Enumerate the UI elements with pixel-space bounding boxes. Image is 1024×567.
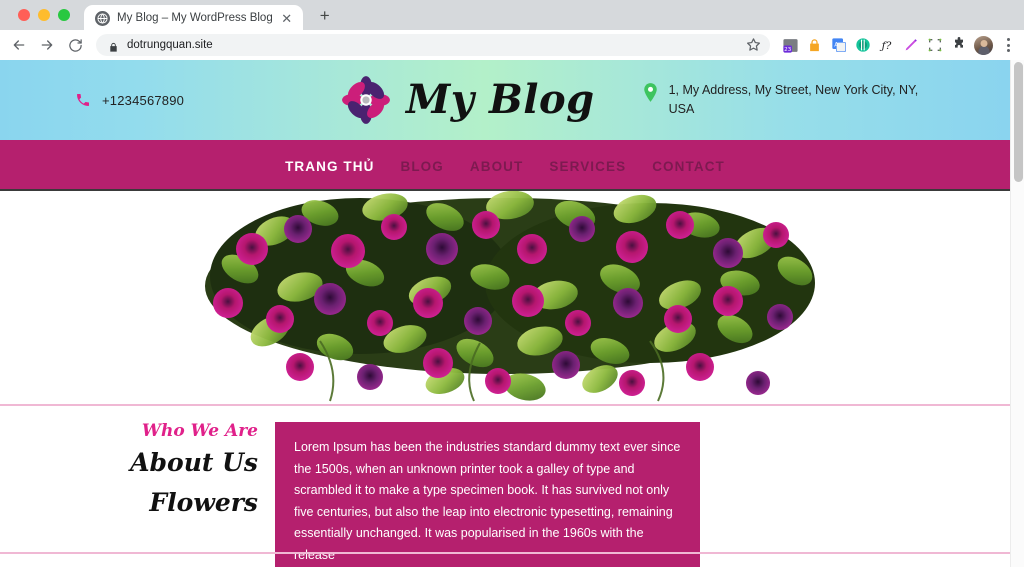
nav-item-services[interactable]: SERVICES bbox=[549, 159, 626, 174]
three-dot-menu-icon[interactable] bbox=[1000, 37, 1016, 54]
site-header: +1234567890 My Blog 1, My Address, My St… bbox=[0, 60, 1010, 143]
site-logo[interactable]: My Blog bbox=[340, 74, 595, 126]
about-kicker: Who We Are bbox=[141, 421, 258, 441]
nav-item-about[interactable]: ABOUT bbox=[470, 159, 524, 174]
about-headings: Who We Are About Us Flowers bbox=[0, 422, 275, 517]
location-pin-icon bbox=[643, 82, 658, 102]
pen-extension-icon[interactable] bbox=[902, 37, 919, 54]
about-section: Who We Are About Us Flowers Lorem Ipsum … bbox=[0, 406, 1010, 567]
forward-arrow-icon[interactable] bbox=[34, 32, 60, 58]
svg-text:ƒ?: ƒ? bbox=[880, 39, 892, 52]
site-navigation: TRANG THỦ BLOG ABOUT SERVICES CONTACT bbox=[0, 143, 1010, 191]
header-phone-text[interactable]: +1234567890 bbox=[102, 93, 184, 108]
browser-tab[interactable]: My Blog – My WordPress Blog ✕ bbox=[84, 5, 303, 31]
grammar-extension-icon[interactable] bbox=[854, 37, 871, 54]
header-phone-block: +1234567890 bbox=[0, 92, 340, 108]
lock-icon bbox=[108, 40, 119, 52]
about-text-box: Lorem Ipsum has been the industries stan… bbox=[275, 422, 700, 567]
minimize-window-button[interactable] bbox=[38, 9, 50, 21]
header-address-block: 1, My Address, My Street, New York City,… bbox=[643, 81, 933, 120]
page-scrollbar[interactable] bbox=[1010, 60, 1024, 567]
scrollbar-thumb[interactable] bbox=[1014, 62, 1023, 182]
maximize-window-button[interactable] bbox=[58, 9, 70, 21]
close-window-button[interactable] bbox=[18, 9, 30, 21]
nav-item-blog[interactable]: BLOG bbox=[400, 159, 443, 174]
translate-extension-icon[interactable]: A bbox=[830, 37, 847, 54]
tab-strip: My Blog – My WordPress Blog ✕ + bbox=[0, 0, 1024, 31]
browser-toolbar: dotrungquan.site 23 A ƒ? bbox=[0, 30, 1024, 60]
puzzle-extensions-icon[interactable] bbox=[950, 37, 967, 54]
address-bar[interactable]: dotrungquan.site bbox=[96, 34, 770, 56]
window-controls bbox=[10, 9, 84, 30]
plus-icon[interactable]: + bbox=[312, 2, 338, 28]
back-arrow-icon[interactable] bbox=[6, 32, 32, 58]
screenshot-extension-icon[interactable] bbox=[926, 37, 943, 54]
site-title: My Blog bbox=[406, 76, 595, 123]
url-text: dotrungquan.site bbox=[127, 39, 213, 51]
svg-text:23: 23 bbox=[784, 47, 792, 53]
page-viewport: +1234567890 My Blog 1, My Address, My St… bbox=[0, 60, 1024, 567]
reload-icon[interactable] bbox=[62, 32, 88, 58]
tab-title: My Blog – My WordPress Blog bbox=[117, 12, 273, 24]
extensions-strip: 23 A ƒ? bbox=[778, 35, 1016, 55]
header-address-text: 1, My Address, My Street, New York City,… bbox=[668, 82, 919, 116]
calendar-extension-icon[interactable]: 23 bbox=[782, 37, 799, 54]
nav-item-trang-thu[interactable]: TRANG THỦ bbox=[285, 159, 374, 174]
avatar-icon[interactable] bbox=[974, 35, 993, 55]
close-icon[interactable]: ✕ bbox=[280, 11, 294, 25]
phone-icon bbox=[75, 92, 91, 108]
flower-logo-icon bbox=[340, 74, 392, 126]
star-icon[interactable] bbox=[746, 37, 762, 53]
about-title: About Us bbox=[130, 448, 258, 477]
nav-item-contact[interactable]: CONTACT bbox=[652, 159, 725, 174]
lock-extension-icon[interactable] bbox=[806, 37, 823, 54]
hero-image bbox=[180, 191, 830, 404]
about-subtitle: Flowers bbox=[149, 488, 258, 518]
globe-icon bbox=[95, 10, 110, 26]
browser-window: My Blog – My WordPress Blog ✕ + dotrungq… bbox=[0, 0, 1024, 567]
fonts-extension-icon[interactable]: ƒ? bbox=[878, 37, 895, 54]
section-divider bbox=[0, 552, 1010, 554]
hero-section bbox=[0, 191, 1010, 406]
website-page: +1234567890 My Blog 1, My Address, My St… bbox=[0, 60, 1010, 567]
